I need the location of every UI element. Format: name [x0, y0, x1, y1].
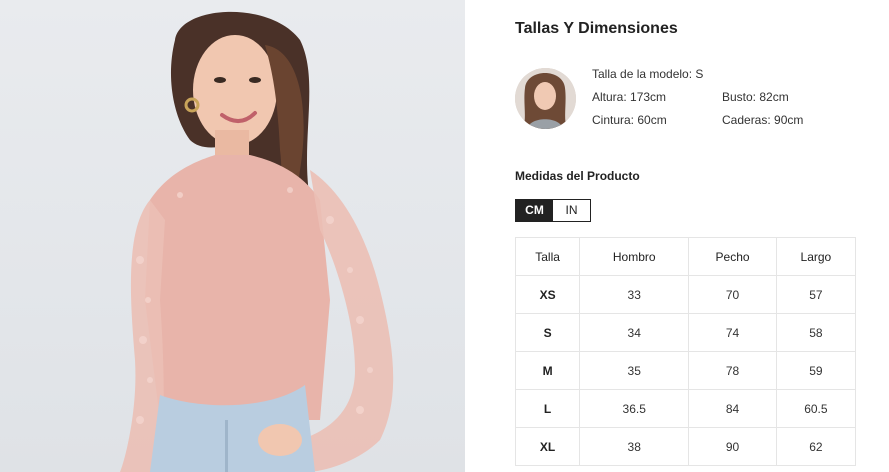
cell-shoulder: 33	[579, 275, 690, 314]
table-row: XS 33 70 57	[514, 275, 857, 314]
header-chest: Pecho	[688, 237, 777, 276]
model-size-label: Talla de la modelo: S	[592, 67, 704, 81]
cell-length: 57	[775, 275, 857, 314]
cell-chest: 70	[688, 275, 777, 314]
unit-in-button[interactable]: IN	[553, 200, 590, 221]
model-waist: Cintura: 60cm	[592, 113, 667, 127]
model-height: Altura: 173cm	[592, 90, 667, 104]
header-length: Largo	[775, 237, 857, 276]
cell-length: 59	[775, 351, 857, 390]
cell-size: L	[514, 389, 581, 428]
cell-length: 58	[775, 313, 857, 352]
cell-chest: 74	[688, 313, 777, 352]
model-avatar-image	[515, 68, 576, 129]
table-header-row: Talla Hombro Pecho Largo	[514, 237, 857, 276]
model-bust: Busto: 82cm	[722, 90, 789, 104]
size-panel: Tallas Y Dimensiones Talla de la modelo:…	[465, 0, 889, 472]
unit-cm-button[interactable]: CM	[516, 200, 553, 221]
model-avatar	[515, 68, 576, 129]
cell-shoulder: 35	[579, 351, 690, 390]
product-photo	[0, 0, 465, 472]
table-row: M 35 78 59	[514, 351, 857, 390]
cell-shoulder: 36.5	[579, 389, 690, 428]
header-shoulder: Hombro	[579, 237, 690, 276]
cell-length: 62	[775, 427, 857, 466]
cell-size: XL	[514, 427, 581, 466]
model-wearing-top-image	[120, 11, 394, 472]
cell-chest: 90	[688, 427, 777, 466]
header-size: Talla	[514, 237, 581, 276]
product-measurements-title: Medidas del Producto	[515, 169, 640, 183]
table-row: S 34 74 58	[514, 313, 857, 352]
cell-chest: 84	[688, 389, 777, 428]
size-table: Talla Hombro Pecho Largo XS 33 70 57 S 3…	[514, 237, 857, 466]
size-panel-title: Tallas Y Dimensiones	[515, 20, 678, 37]
cell-size: S	[514, 313, 581, 352]
model-hips: Caderas: 90cm	[722, 113, 804, 127]
table-row: XL 38 90 62	[514, 427, 857, 466]
cell-shoulder: 34	[579, 313, 690, 352]
cell-length: 60.5	[775, 389, 857, 428]
cell-size: M	[514, 351, 581, 390]
cell-shoulder: 38	[579, 427, 690, 466]
cell-size: XS	[514, 275, 581, 314]
unit-toggle: CM IN	[515, 199, 591, 222]
cell-chest: 78	[688, 351, 777, 390]
table-row: L 36.5 84 60.5	[514, 389, 857, 428]
